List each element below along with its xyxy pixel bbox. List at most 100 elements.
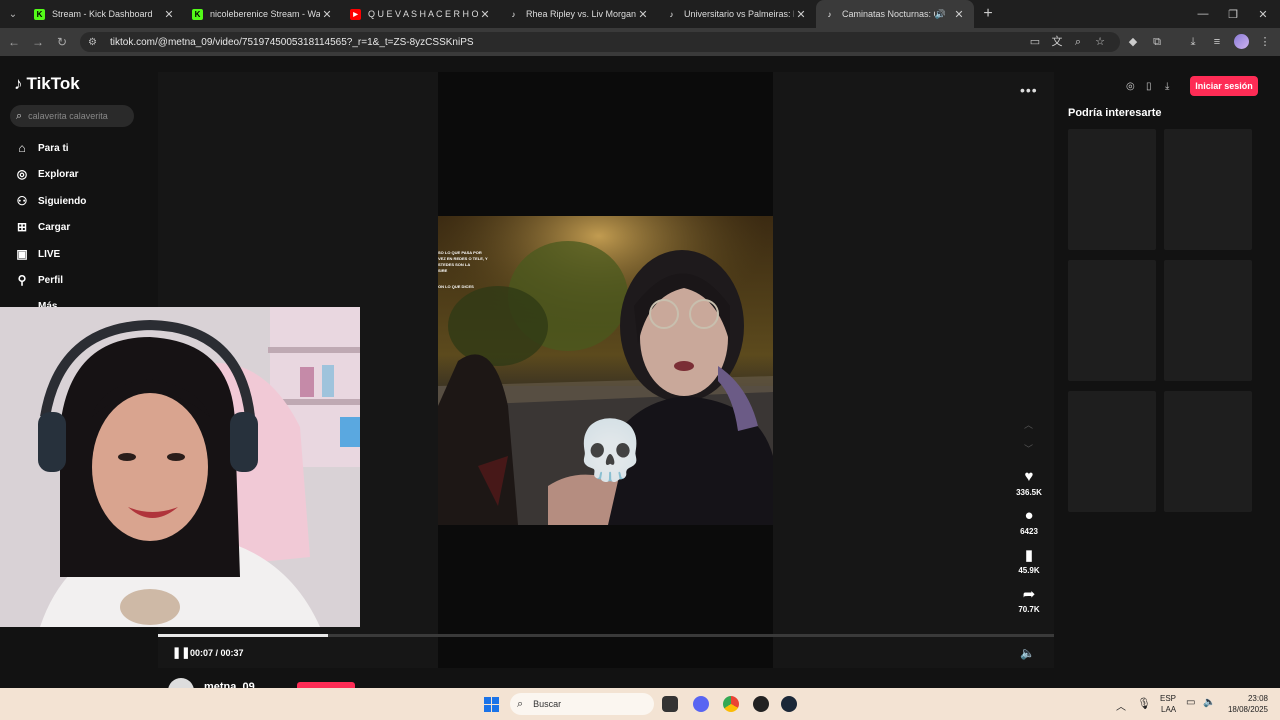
download-icon[interactable]: ⤓ [1165, 81, 1169, 92]
webcam-image [0, 307, 360, 627]
nav-item-perfil[interactable]: ⚲ Perfil [14, 273, 63, 287]
home-icon: ⌂ [18, 141, 26, 155]
windows-taskbar: ⌕ Buscar ︿ 🎙 ESP LAA ▭ 🔈 23:08 18/08/202… [0, 688, 1280, 720]
nav-item-siguiendo[interactable]: ⚇ Siguiendo [14, 194, 87, 208]
tab-title: Rhea Ripley vs. Liv Morgan: La [526, 9, 636, 19]
translate-icon[interactable]: 文 [1050, 35, 1064, 49]
suggested-video-thumb[interactable] [1068, 391, 1156, 512]
volume-icon[interactable]: 🔈 [1020, 646, 1035, 660]
next-video-icon[interactable]: ﹀ [1024, 442, 1033, 455]
media-control-icon[interactable]: ≡ [1210, 35, 1224, 49]
share-button[interactable]: ➦ 70.7K [1014, 585, 1044, 614]
nav-label: Siguiendo [38, 195, 87, 207]
like-button[interactable]: ♥ 336.5K [1014, 468, 1044, 497]
close-tab-icon[interactable]: ✕ [636, 8, 650, 21]
network-icon[interactable]: ▭ [1186, 697, 1195, 708]
close-window-icon[interactable]: ✕ [1248, 0, 1278, 28]
search-input[interactable]: ⌕ calaverita calaverita [10, 105, 134, 127]
browser-tab[interactable]: K Stream - Kick Dashboard ✕ [26, 0, 184, 28]
nav-item-para-ti[interactable]: ⌂ Para ti [14, 141, 68, 155]
extensions-icon[interactable]: ⧉ [1150, 35, 1164, 49]
comment-button[interactable]: ● 6423 [1014, 507, 1044, 536]
following-icon: ⚇ [16, 194, 28, 208]
browser-tab[interactable]: ♪ Rhea Ripley vs. Liv Morgan: La ✕ [500, 0, 658, 28]
suggested-video-thumb[interactable] [1164, 129, 1252, 250]
volume-icon[interactable]: 🔈 [1203, 697, 1215, 708]
close-tab-icon[interactable]: ✕ [478, 8, 492, 21]
cast-icon[interactable]: ▭ [1028, 35, 1042, 49]
tab-search-dropdown-icon[interactable]: ⌄ [0, 0, 26, 28]
close-tab-icon[interactable]: ✕ [952, 8, 966, 21]
nav-label: Explorar [38, 168, 79, 180]
file-explorer-icon[interactable] [662, 696, 678, 712]
chrome-icon[interactable] [723, 696, 739, 712]
speaker-icon[interactable]: 🔊 [935, 9, 946, 20]
clock-time[interactable]: 23:08 [1228, 694, 1268, 703]
steam-icon[interactable] [781, 696, 797, 712]
windows-start-icon[interactable] [484, 697, 499, 712]
more-options-icon[interactable]: ••• [1020, 82, 1038, 98]
browser-tab-active[interactable]: ♪ Caminatas Nocturnas: Cala 🔊 ✕ [816, 0, 974, 28]
tiktok-icon: ♪ [827, 9, 832, 19]
address-bar-row: ← → ↻ ⚙ tiktok.com/@metna_09/video/75197… [0, 28, 1280, 56]
browser-menu-icon[interactable]: ⋮ [1258, 35, 1272, 49]
zoom-icon[interactable]: ⌕ [1071, 35, 1085, 49]
back-icon[interactable]: ← [6, 34, 22, 50]
taskbar-search[interactable]: ⌕ Buscar [510, 693, 654, 715]
nav-item-cargar[interactable]: ⊞ Cargar [14, 220, 70, 234]
tray-overflow-icon[interactable]: ︿ [1116, 698, 1126, 713]
discord-icon[interactable] [693, 696, 709, 712]
like-count: 336.5K [1016, 488, 1042, 497]
minimize-icon[interactable]: — [1188, 0, 1218, 28]
close-tab-icon[interactable]: ✕ [162, 8, 176, 21]
login-button[interactable]: Iniciar sesión [1190, 76, 1258, 96]
previous-video-icon[interactable]: ︿ [1024, 418, 1033, 431]
skull-emoji: 💀 [574, 418, 647, 483]
taskbar-search-label: Buscar [533, 699, 562, 709]
nav-item-explorar[interactable]: ◎ Explorar [14, 167, 79, 181]
share-icon: ➦ [1022, 586, 1036, 603]
url-bar[interactable]: ⚙ tiktok.com/@metna_09/video/75197450053… [80, 32, 1120, 52]
video-overlay-text: SO LO QUE PASA POR VEZ EN REDES O TELE, … [438, 250, 488, 290]
new-tab-button[interactable]: + [974, 5, 1002, 23]
close-tab-icon[interactable]: ✕ [320, 8, 334, 21]
tiktok-logo[interactable]: ♪ TikTok [14, 74, 80, 94]
author-avatar[interactable] [168, 678, 194, 688]
site-info-icon[interactable]: ⚙ [88, 37, 100, 48]
heart-icon: ♥ [1024, 468, 1034, 485]
author-username[interactable]: metna_09 [204, 681, 255, 688]
kick-icon: K [34, 8, 45, 20]
obs-icon[interactable] [753, 696, 769, 712]
reload-icon[interactable]: ↻ [54, 34, 70, 50]
download-icon[interactable]: ⤓ [1186, 35, 1200, 49]
close-tab-icon[interactable]: ✕ [794, 8, 808, 21]
browser-tab[interactable]: ▶ Q U E V A S H A C E R H O Y ? ✕ [342, 0, 500, 28]
suggested-video-thumb[interactable] [1068, 129, 1156, 250]
upload-icon: ⊞ [16, 220, 28, 234]
suggested-video-thumb[interactable] [1068, 260, 1156, 381]
video-time: 00:07 / 00:37 [190, 648, 244, 658]
forward-icon[interactable]: → [30, 34, 46, 50]
nav-item-live[interactable]: ▣ LIVE [14, 247, 60, 261]
video-frame[interactable]: SO LO QUE PASA POR VEZ EN REDES O TELE, … [438, 216, 773, 525]
bookmark-star-icon[interactable]: ☆ [1093, 35, 1107, 49]
bookmark-icon: ▮ [1024, 547, 1034, 564]
language-indicator[interactable]: ESP [1160, 694, 1176, 703]
pause-icon[interactable]: ❚❚ [172, 646, 190, 659]
browser-tab[interactable]: K nicoleberenice Stream - Watch ✕ [184, 0, 342, 28]
video-progress-bar[interactable] [158, 634, 1054, 637]
url-text: tiktok.com/@metna_09/video/7519745005318… [110, 36, 474, 48]
phone-icon[interactable]: ▯ [1146, 81, 1152, 92]
suggested-video-thumb[interactable] [1164, 260, 1252, 381]
save-button[interactable]: ▮ 45.9K [1014, 546, 1044, 575]
restore-icon[interactable]: ❐ [1218, 0, 1248, 28]
extension-diamond-icon[interactable]: ◆ [1126, 35, 1140, 49]
kick-icon: K [192, 8, 203, 20]
right-panel: ◎ ▯ ⤓ Iniciar sesión Podría interesarte [1054, 56, 1280, 688]
microphone-icon[interactable]: 🎙 [1137, 697, 1151, 710]
tab-title: Stream - Kick Dashboard [52, 9, 153, 19]
profile-avatar[interactable] [1234, 34, 1249, 49]
suggested-video-thumb[interactable] [1164, 391, 1252, 512]
browser-tab[interactable]: ♪ Universitario vs Palmeiras: Men ✕ [658, 0, 816, 28]
compass-icon[interactable]: ◎ [1126, 81, 1135, 92]
